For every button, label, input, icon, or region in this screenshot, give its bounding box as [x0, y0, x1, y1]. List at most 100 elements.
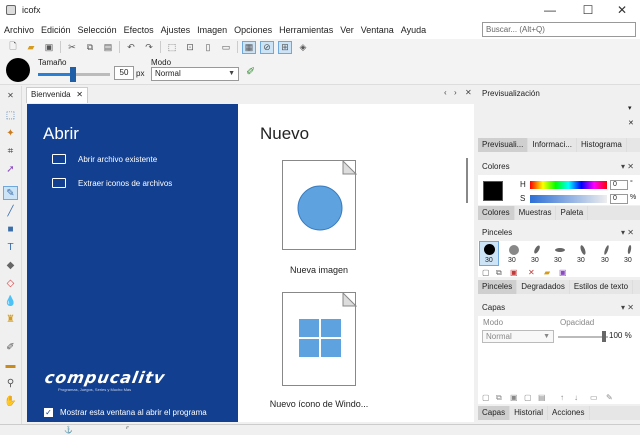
- crop-icon[interactable]: ⌗: [3, 144, 18, 158]
- delete-layer-icon[interactable]: ▢: [524, 393, 532, 402]
- size-input[interactable]: 50: [114, 66, 134, 80]
- undo-icon[interactable]: ↶: [124, 41, 138, 54]
- mask-icon[interactable]: ⊘: [260, 40, 274, 54]
- menu-ver[interactable]: Ver: [340, 25, 354, 35]
- panel-controls[interactable]: ▾ ✕: [621, 225, 634, 241]
- line-icon[interactable]: ╱: [3, 204, 18, 218]
- zoom-icon[interactable]: ⚲: [3, 376, 18, 390]
- redo-icon[interactable]: ↷: [142, 41, 156, 54]
- panel-controls[interactable]: ▾ ✕: [621, 159, 634, 175]
- new-windows-icon-card[interactable]: [282, 292, 357, 386]
- move-icon[interactable]: ➚: [3, 162, 18, 176]
- eyedropper-icon[interactable]: ✐: [246, 65, 255, 78]
- tab-brushes[interactable]: Pinceles: [478, 280, 518, 294]
- brush-angle-1[interactable]: [530, 243, 543, 256]
- resize-icon[interactable]: ⊡: [183, 41, 197, 54]
- new-brush-icon[interactable]: ▢: [482, 268, 490, 277]
- new-image-label[interactable]: Nueva imagen: [249, 265, 389, 275]
- delete-icon[interactable]: ✕: [528, 268, 535, 277]
- drop-icon[interactable]: 💧: [3, 294, 18, 308]
- rectangle-icon[interactable]: ■: [3, 222, 18, 236]
- mask-layer-icon[interactable]: ▣: [510, 393, 518, 402]
- close-icon[interactable]: ✕: [3, 88, 18, 102]
- menu-archivo[interactable]: Archivo: [4, 25, 34, 35]
- mode-select[interactable]: Normal ▼: [151, 67, 239, 81]
- tab-bienvenida[interactable]: Bienvenida ✕: [26, 87, 88, 103]
- chevron-left-icon[interactable]: ‹: [444, 88, 447, 97]
- brush-angle-4[interactable]: [600, 243, 613, 256]
- tab-colors[interactable]: Colores: [478, 206, 515, 220]
- duplicate-layer-icon[interactable]: ⧉: [496, 393, 502, 403]
- opacity-slider[interactable]: [558, 336, 608, 338]
- menu-herramientas[interactable]: Herramientas: [279, 25, 333, 35]
- merge-layer-icon[interactable]: ▤: [538, 393, 546, 402]
- open-icon[interactable]: ▰: [544, 268, 550, 277]
- saturation-slider[interactable]: [530, 195, 607, 203]
- primary-color-swatch[interactable]: [483, 181, 503, 201]
- adjust-icon[interactable]: ✎: [606, 393, 613, 402]
- menu-ajustes[interactable]: Ajustes: [161, 25, 191, 35]
- tab-actions[interactable]: Acciones: [548, 406, 590, 420]
- rect-select-icon[interactable]: ⬚: [3, 108, 18, 122]
- menu-efectos[interactable]: Efectos: [124, 25, 154, 35]
- tab-gradients[interactable]: Degradados: [517, 280, 570, 294]
- text-icon[interactable]: T: [3, 240, 18, 254]
- properties-icon[interactable]: ▭: [590, 393, 598, 402]
- chevron-right-icon[interactable]: ›: [454, 88, 457, 97]
- new-file-icon[interactable]: 🗋: [6, 41, 20, 54]
- new-layer-icon[interactable]: ▢: [482, 393, 490, 402]
- hand-icon[interactable]: ✋: [3, 394, 18, 408]
- open-folder-icon[interactable]: ▰: [24, 41, 38, 54]
- show-on-start-checkbox[interactable]: ✓ Mostrar esta ventana al abrir el progr…: [44, 408, 207, 417]
- new-image-card[interactable]: [282, 160, 357, 250]
- picker-icon[interactable]: ✐: [3, 340, 18, 354]
- move-up-icon[interactable]: ↑: [560, 393, 564, 402]
- brush-icon[interactable]: ✎: [3, 186, 18, 200]
- menu-seleccion[interactable]: Selección: [78, 25, 117, 35]
- brush-round[interactable]: [483, 243, 496, 256]
- save-icon[interactable]: ▣: [559, 268, 567, 277]
- opacity-slider-thumb[interactable]: [602, 331, 606, 342]
- cut-icon[interactable]: ✂: [65, 41, 79, 54]
- size-slider-thumb[interactable]: [70, 67, 76, 82]
- brush-angle-3[interactable]: [576, 243, 589, 256]
- crop-icon[interactable]: ⬚: [165, 41, 179, 54]
- ruler-icon[interactable]: ▬: [3, 358, 18, 372]
- duplicate-icon[interactable]: ⧉: [496, 268, 502, 278]
- pin-icon[interactable]: ▾: [628, 104, 632, 112]
- layer-mode-select[interactable]: Normal ▼: [482, 330, 554, 343]
- hue-slider[interactable]: [530, 181, 607, 189]
- copy-icon[interactable]: ⧉: [83, 41, 97, 54]
- eraser-icon[interactable]: ◇: [3, 276, 18, 290]
- fill-icon[interactable]: ◆: [3, 258, 18, 272]
- saturation-input[interactable]: 0: [610, 194, 628, 204]
- checker-grid-icon[interactable]: ▦: [242, 40, 256, 54]
- menu-ventana[interactable]: Ventana: [361, 25, 394, 35]
- brush-angle-5[interactable]: [623, 243, 636, 256]
- close-icon[interactable]: ✕: [465, 88, 472, 97]
- menu-opciones[interactable]: Opciones: [234, 25, 272, 35]
- brush-angle-2[interactable]: [553, 243, 566, 256]
- move-down-icon[interactable]: ↓: [574, 393, 578, 402]
- tab-history[interactable]: Historial: [510, 406, 549, 420]
- stamp-icon[interactable]: ♜: [3, 312, 18, 326]
- magic-wand-icon[interactable]: ✦: [3, 126, 18, 140]
- menu-edicion[interactable]: Edición: [41, 25, 71, 35]
- tab-palette[interactable]: Paleta: [556, 206, 589, 220]
- size-slider[interactable]: [38, 73, 74, 76]
- paste-icon[interactable]: ▤: [101, 41, 115, 54]
- open-existing-link[interactable]: Abrir archivo existente: [52, 154, 157, 164]
- new-windows-icon-label[interactable]: Nuevo ícono de Windo...: [249, 399, 389, 409]
- brush-soft[interactable]: [507, 243, 520, 256]
- close-icon[interactable]: ✕: [76, 88, 83, 102]
- panel-controls[interactable]: ▾ ✕: [621, 300, 634, 316]
- hue-input[interactable]: 0: [610, 180, 628, 190]
- close-button[interactable]: ✕: [600, 0, 640, 20]
- search-input[interactable]: Buscar... (Alt+Q): [482, 22, 636, 37]
- menu-imagen[interactable]: Imagen: [197, 25, 227, 35]
- save-icon[interactable]: ▣: [42, 41, 56, 54]
- tab-text-styles[interactable]: Estilos de texto: [570, 280, 634, 294]
- tab-info[interactable]: Informaci...: [528, 138, 577, 152]
- menu-ayuda[interactable]: Ayuda: [401, 25, 426, 35]
- scrollbar[interactable]: [466, 158, 468, 203]
